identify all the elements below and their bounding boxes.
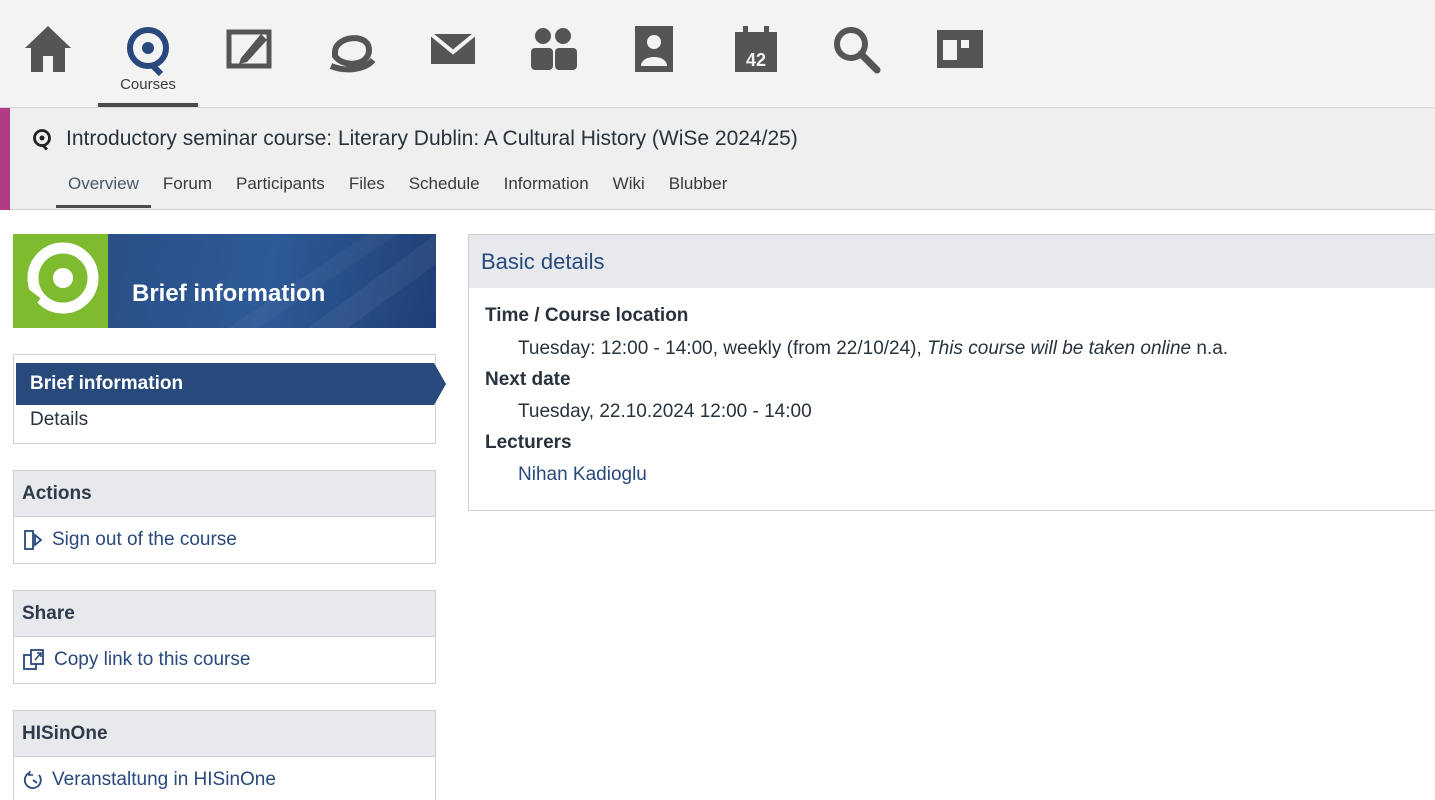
sidebar: Brief information Brief information Deta… [13, 234, 446, 800]
tab-schedule[interactable]: Schedule [397, 170, 492, 208]
search-icon[interactable] [826, 22, 886, 82]
sign-out-icon [24, 530, 43, 550]
lecturer-link[interactable]: Nihan Kadioglu [518, 464, 647, 486]
external-system-icon [23, 770, 42, 789]
share-widget: Share Copy link to this course [13, 590, 436, 684]
course-tabs: Overview Forum Participants Files Schedu… [56, 170, 739, 208]
basic-details-panel: Basic details Time / Course location Tue… [468, 234, 1435, 511]
hisinone-link[interactable]: Veranstaltung in HISinOne [14, 757, 435, 800]
svg-text:42: 42 [746, 50, 766, 70]
sidebar-navigation: Brief information Details [13, 354, 446, 444]
next-date-label: Next date [485, 369, 571, 390]
tab-forum[interactable]: Forum [151, 170, 224, 208]
time-location-text: Tuesday: 12:00 - 14:00, weekly (from 22/… [518, 338, 922, 359]
tab-blubber[interactable]: Blubber [657, 170, 740, 208]
course-context-header: Introductory seminar course: Literary Du… [0, 108, 1435, 210]
tab-participants[interactable]: Participants [224, 170, 337, 208]
copy-link-icon [23, 649, 44, 670]
share-widget-title: Share [14, 591, 435, 637]
mail-icon[interactable] [422, 22, 482, 82]
course-logo-icon [13, 234, 108, 328]
brief-information-banner: Brief information [13, 234, 436, 328]
active-arrow [434, 363, 446, 405]
copy-link-label[interactable]: Copy link to this course [54, 649, 250, 671]
actions-widget-title: Actions [14, 471, 435, 517]
tab-wiki[interactable]: Wiki [601, 170, 657, 208]
home-icon[interactable] [18, 22, 78, 82]
courses-label[interactable]: Courses [98, 76, 198, 93]
sidebar-item-details[interactable]: Details [30, 409, 88, 431]
actions-widget: Actions Sign out of the course [13, 470, 436, 564]
workplace-icon[interactable] [220, 22, 280, 82]
profile-icon[interactable] [624, 22, 684, 82]
course-icon [33, 129, 51, 151]
hisinone-widget: HISinOne Veranstaltung in HISinOne [13, 710, 436, 800]
sidebar-item-brief-information[interactable]: Brief information [16, 363, 434, 405]
online-note: This course will be taken online [927, 338, 1192, 359]
courses-active-indicator [98, 103, 198, 107]
lecturers-label: Lecturers [485, 432, 572, 453]
copy-link[interactable]: Copy link to this course [14, 637, 435, 683]
hisinone-widget-title: HISinOne [14, 711, 435, 757]
calendar-icon[interactable]: 42 [726, 22, 786, 82]
community-icon[interactable] [522, 22, 582, 82]
next-date-value: Tuesday, 22.10.2024 12:00 - 14:00 [518, 401, 812, 422]
top-navigation: Courses 42 [0, 0, 1435, 108]
banner-title: Brief information [132, 280, 326, 307]
messages-icon[interactable] [322, 22, 382, 82]
course-title: Introductory seminar course: Literary Du… [30, 127, 798, 151]
tab-files[interactable]: Files [337, 170, 397, 208]
time-location-value: Tuesday: 12:00 - 14:00, weekly (from 22/… [518, 338, 1228, 360]
hisinone-label[interactable]: Veranstaltung in HISinOne [52, 769, 276, 791]
courses-icon[interactable] [118, 22, 178, 82]
basic-details-title: Basic details [469, 235, 1435, 288]
course-color-accent [0, 108, 10, 210]
tab-information[interactable]: Information [492, 170, 601, 208]
room-na: n.a. [1196, 338, 1229, 359]
tools-icon[interactable] [928, 22, 988, 82]
sign-out-link[interactable]: Sign out of the course [14, 517, 435, 563]
sign-out-label[interactable]: Sign out of the course [52, 529, 237, 551]
time-location-label: Time / Course location [485, 305, 689, 326]
course-title-text: Introductory seminar course: Literary Du… [66, 127, 798, 150]
tab-overview[interactable]: Overview [56, 170, 151, 208]
